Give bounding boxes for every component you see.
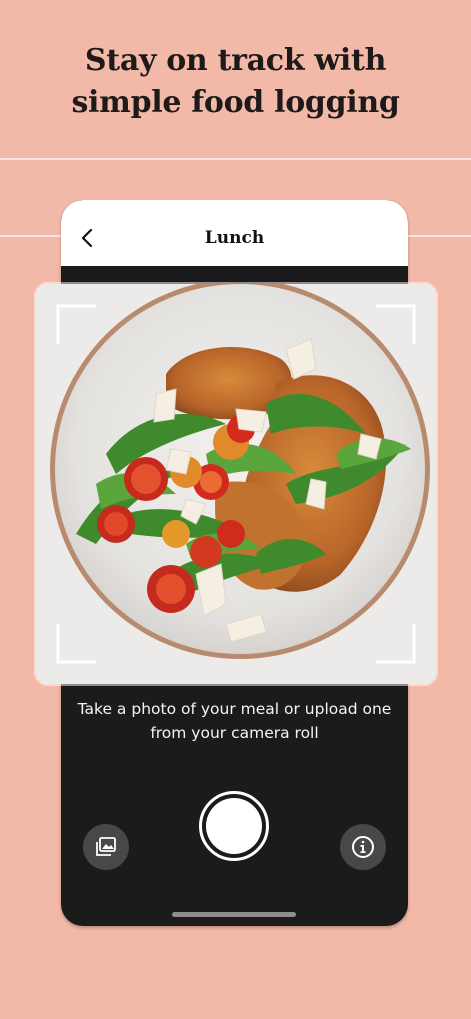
home-indicator xyxy=(172,912,296,917)
headline-line-1: Stay on track with xyxy=(84,43,387,78)
food-photo xyxy=(36,284,436,684)
divider-top xyxy=(0,158,471,160)
info-icon xyxy=(352,836,374,858)
info-button[interactable] xyxy=(340,824,386,870)
shutter-button[interactable] xyxy=(199,791,269,861)
headline-line-2: simple food logging xyxy=(71,85,400,120)
shutter-inner xyxy=(206,798,262,854)
screen-title: Lunch xyxy=(204,228,265,248)
gallery-button[interactable] xyxy=(83,824,129,870)
caption-line-2: from your camera roll xyxy=(150,724,319,742)
divider-left xyxy=(0,235,62,237)
caption-line-1: Take a photo of your meal or upload one xyxy=(77,700,392,718)
headline: Stay on track with simple food logging xyxy=(0,40,471,124)
photo-library-icon xyxy=(96,837,116,856)
divider-right xyxy=(408,235,471,237)
screen-header: Lunch xyxy=(61,200,408,266)
camera-caption: Take a photo of your meal or upload one … xyxy=(61,697,408,745)
